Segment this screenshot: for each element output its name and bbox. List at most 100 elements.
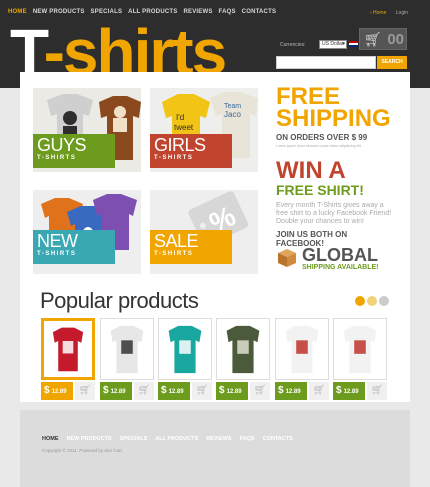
- currency-select[interactable]: US Dollar: [319, 40, 347, 49]
- svg-text:Team: Team: [224, 103, 241, 110]
- footer-nav: HOME NEW PRODUCTS SPECIALS ALL PRODUCTS …: [42, 436, 293, 442]
- popular-products-title: Popular products: [40, 288, 199, 313]
- nav-contacts[interactable]: CONTACTS: [242, 9, 277, 15]
- tshirt-icon: [110, 325, 144, 374]
- currency-symbol: $: [161, 385, 167, 396]
- banner-tag: GUYS T-SHIRTS: [33, 134, 115, 168]
- product-card[interactable]: $12.89 🛒︎: [216, 318, 270, 400]
- promo-fine-print: Lorem ipsum dolor sit amet conse ctetur …: [276, 144, 362, 148]
- footer-nav-specials[interactable]: SPECIALS: [120, 436, 148, 442]
- nav-faqs[interactable]: FAQS: [219, 9, 236, 15]
- footer-nav-new-products[interactable]: NEW PRODUCTS: [67, 436, 112, 442]
- shipping-text: SHIPPING: [276, 105, 391, 132]
- banner-subtitle: T-SHIRTS: [37, 251, 77, 257]
- global-subtitle: SHIPPING AVAILABLE!: [302, 264, 379, 271]
- cart-icon: 🛒︎: [137, 385, 151, 396]
- flag-uk-icon[interactable]: [349, 41, 358, 47]
- win-text: WIN A: [276, 157, 346, 184]
- banner-title: NEW: [37, 231, 78, 251]
- copyright: Copyright © 2011. Powered by Zen Cart: [42, 448, 122, 453]
- banner-subtitle: T-SHIRTS: [37, 155, 77, 161]
- add-to-cart-button[interactable]: 🛒︎: [192, 382, 212, 400]
- search-input[interactable]: [276, 56, 376, 69]
- price-value: 12.89: [226, 389, 242, 395]
- banner-tag: GIRLS T-SHIRTS: [150, 134, 232, 168]
- price-value: 12.89: [51, 389, 67, 395]
- carousel-dot[interactable]: [367, 296, 377, 306]
- banner-guys[interactable]: GUYS T-SHIRTS: [33, 88, 141, 172]
- add-to-cart-button[interactable]: 🛒︎: [367, 382, 387, 400]
- product-card[interactable]: $12.89 🛒︎: [333, 318, 387, 400]
- add-to-cart-button[interactable]: 🛒︎: [134, 382, 154, 400]
- product-card[interactable]: $12.89 🛒︎: [41, 318, 95, 400]
- footer-nav-contacts[interactable]: CONTACTS: [263, 436, 293, 442]
- nav-reviews[interactable]: REVIEWS: [183, 9, 212, 15]
- cart-icon: 🛒︎: [253, 385, 267, 396]
- product-image[interactable]: [100, 318, 154, 380]
- nav-all-products[interactable]: ALL PRODUCTS: [128, 9, 177, 15]
- banner-new[interactable]: NEW T-SHIRTS: [33, 190, 141, 274]
- currency-symbol: $: [278, 385, 284, 396]
- free-shipping-promo[interactable]: FREE SHIPPING ON ORDERS OVER $ 99 Lorem …: [276, 85, 391, 149]
- search-button[interactable]: SEARCH: [377, 56, 407, 69]
- nav-specials[interactable]: SPECIALS: [91, 9, 123, 15]
- carousel-dots: [355, 296, 389, 306]
- tshirt-icon: [343, 325, 377, 374]
- price-value: 12.89: [285, 389, 301, 395]
- login-link[interactable]: Login: [396, 10, 408, 16]
- product-image[interactable]: [275, 318, 329, 380]
- currency-symbol: $: [44, 385, 50, 396]
- banner-girls[interactable]: I'd tweet Team Jaco GIRLS T-SHIRTS: [150, 88, 258, 172]
- product-price: $12.89: [41, 382, 73, 400]
- product-image[interactable]: [333, 318, 387, 380]
- add-to-cart-button[interactable]: 🛒︎: [250, 382, 270, 400]
- add-to-cart-button[interactable]: 🛒︎: [309, 382, 329, 400]
- product-image[interactable]: [41, 318, 95, 380]
- win-shirt-promo[interactable]: WIN A FREE SHIRT! Every month T-Shirts g…: [276, 157, 396, 249]
- footer-nav-home[interactable]: HOME: [42, 436, 59, 442]
- banner-tag: NEW T-SHIRTS: [33, 230, 115, 264]
- currency-symbol: $: [219, 385, 225, 396]
- top-nav: HOME NEW PRODUCTS SPECIALS ALL PRODUCTS …: [8, 9, 276, 15]
- cart-icon: 🛒︎: [195, 385, 209, 396]
- currency-symbol: $: [103, 385, 109, 396]
- tshirt-icon: [168, 325, 202, 374]
- product-card[interactable]: $12.89 🛒︎: [158, 318, 212, 400]
- orders-text: ON ORDERS OVER $ 99: [276, 133, 368, 142]
- banner-sale[interactable]: % SALE T-SHIRTS: [150, 190, 258, 274]
- global-title: GLOBAL: [302, 245, 378, 265]
- cart-button[interactable]: 🛒︎ 00: [359, 28, 407, 50]
- price-value: 12.89: [168, 389, 184, 395]
- home-link[interactable]: › Home: [370, 10, 386, 16]
- svg-text:I'd: I'd: [176, 113, 184, 122]
- carousel-dot[interactable]: [379, 296, 389, 306]
- product-card[interactable]: $12.89 🛒︎: [275, 318, 329, 400]
- product-image[interactable]: [158, 318, 212, 380]
- footer-nav-all-products[interactable]: ALL PRODUCTS: [155, 436, 198, 442]
- banner-title: GUYS: [37, 135, 87, 155]
- carousel-dot[interactable]: [355, 296, 365, 306]
- tshirt-icon: [285, 325, 319, 374]
- cart-icon: 🛒︎: [312, 385, 326, 396]
- banner-subtitle: T-SHIRTS: [154, 251, 194, 257]
- global-shipping: GLOBAL SHIPPING AVAILABLE!: [276, 246, 396, 274]
- product-price: $12.89: [100, 382, 132, 400]
- add-to-cart-button[interactable]: 🛒︎: [75, 382, 95, 400]
- product-price: $12.89: [275, 382, 307, 400]
- currency-symbol: $: [336, 385, 342, 396]
- nav-new-products[interactable]: NEW PRODUCTS: [33, 9, 85, 15]
- footer-nav-faqs[interactable]: FAQS: [240, 436, 255, 442]
- cart-icon: 🛒︎: [370, 385, 384, 396]
- footer-nav-reviews[interactable]: REVIEWS: [206, 436, 231, 442]
- product-price: $12.89: [158, 382, 190, 400]
- nav-home[interactable]: HOME: [8, 9, 27, 15]
- cart-icon: 🛒︎: [364, 31, 382, 47]
- product-image[interactable]: [216, 318, 270, 380]
- currency-label: Currencies:: [280, 42, 306, 48]
- tshirt-icon: [52, 327, 84, 372]
- banner-subtitle: T-SHIRTS: [154, 155, 194, 161]
- tshirt-icon: [226, 325, 260, 374]
- product-card[interactable]: $12.89 🛒︎: [100, 318, 154, 400]
- svg-text:tweet: tweet: [174, 123, 194, 132]
- cart-icon: 🛒︎: [78, 385, 92, 396]
